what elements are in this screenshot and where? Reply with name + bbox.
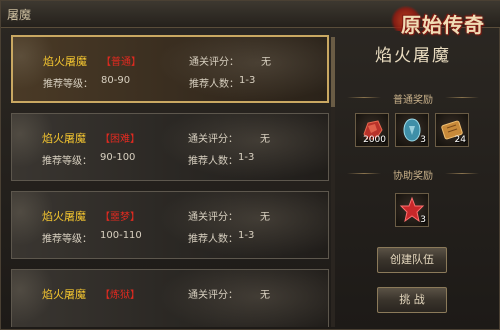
divider-line xyxy=(445,97,479,98)
difficulty-badge: 【普通】 xyxy=(101,57,141,68)
players-label: 推荐人数： xyxy=(188,234,238,245)
logo-text: 原始传奇 xyxy=(401,13,485,37)
level-label: 推荐等级： xyxy=(43,79,93,90)
reward-slot[interactable]: 24 xyxy=(435,113,469,147)
create-team-button[interactable]: 创建队伍 xyxy=(377,247,447,273)
score-label: 通关评分： xyxy=(189,57,239,68)
level-value: 90-100 xyxy=(100,152,136,163)
dragon-decoration xyxy=(12,192,52,258)
players-label: 推荐人数： xyxy=(189,79,239,90)
players-value: 1-3 xyxy=(239,75,256,86)
level-value: 80-90 xyxy=(101,75,131,86)
card-background-art xyxy=(158,114,328,180)
dungeon-name: 焰火屠魔 xyxy=(42,132,86,145)
dungeon-name: 焰火屠魔 xyxy=(43,55,87,68)
dragon-decoration xyxy=(12,114,52,180)
players-label: 推荐人数： xyxy=(188,156,238,167)
level-label: 推荐等级： xyxy=(42,234,92,245)
difficulty-badge: 【噩梦】 xyxy=(100,212,140,223)
challenge-button[interactable]: 挑 战 xyxy=(377,287,447,313)
dungeon-name: 焰火屠魔 xyxy=(42,288,86,301)
difficulty-badge: 【困难】 xyxy=(100,134,140,145)
score-label: 通关评分： xyxy=(188,290,238,301)
difficulty-badge: 【炼狱】 xyxy=(100,290,140,301)
card-background-art xyxy=(157,37,327,101)
card-background-art xyxy=(158,192,328,258)
selected-dungeon-title: 焰火屠魔 xyxy=(375,46,451,66)
score-value: 无 xyxy=(260,212,270,223)
normal-reward-title: 普通奖励 xyxy=(393,95,433,106)
score-label: 通关评分： xyxy=(188,212,238,223)
tumo-window: 屠魔 原始传奇 焰火屠魔 【普通】 通关评分： 无 推荐等级： 80-90 推荐… xyxy=(0,0,500,330)
reward-slot[interactable]: 2000 xyxy=(355,113,389,147)
reward-count: 3 xyxy=(420,135,426,145)
reward-slot[interactable]: 3 xyxy=(395,193,429,227)
dungeon-list: 焰火屠魔 【普通】 通关评分： 无 推荐等级： 80-90 推荐人数： 1-3 … xyxy=(11,35,331,327)
reward-count: 3 xyxy=(420,215,426,225)
score-value: 无 xyxy=(260,134,270,145)
dungeon-card[interactable]: 焰火屠魔 【普通】 通关评分： 无 推荐等级： 80-90 推荐人数： 1-3 xyxy=(11,35,329,103)
dungeon-name: 焰火屠魔 xyxy=(42,210,86,223)
score-label: 通关评分： xyxy=(188,134,238,145)
score-value: 无 xyxy=(260,290,270,301)
assist-reward-title: 协助奖励 xyxy=(393,171,433,182)
window-title: 屠魔 xyxy=(7,8,32,22)
players-value: 1-3 xyxy=(238,230,255,241)
reward-panel: 焰火屠魔 普通奖励 2000 3 24 协助奖励 3 创建队伍 挑 战 xyxy=(333,35,493,327)
score-value: 无 xyxy=(261,57,271,68)
dragon-decoration xyxy=(13,37,53,101)
game-logo: 原始传奇 xyxy=(389,3,489,37)
players-value: 1-3 xyxy=(238,152,255,163)
dungeon-card[interactable]: 焰火屠魔 【噩梦】 通关评分： 无 推荐等级： 100-110 推荐人数： 1-… xyxy=(11,191,329,259)
reward-count: 24 xyxy=(454,135,466,145)
level-value: 100-110 xyxy=(100,230,142,241)
reward-slot[interactable]: 3 xyxy=(395,113,429,147)
dungeon-card[interactable]: 焰火屠魔 【困难】 通关评分： 无 推荐等级： 90-100 推荐人数： 1-3 xyxy=(11,113,329,181)
reward-count: 2000 xyxy=(363,135,386,145)
divider-line xyxy=(445,173,479,174)
card-background-art xyxy=(158,270,328,327)
dungeon-card[interactable]: 焰火屠魔 【炼狱】 通关评分： 无 xyxy=(11,269,329,327)
level-label: 推荐等级： xyxy=(42,156,92,167)
